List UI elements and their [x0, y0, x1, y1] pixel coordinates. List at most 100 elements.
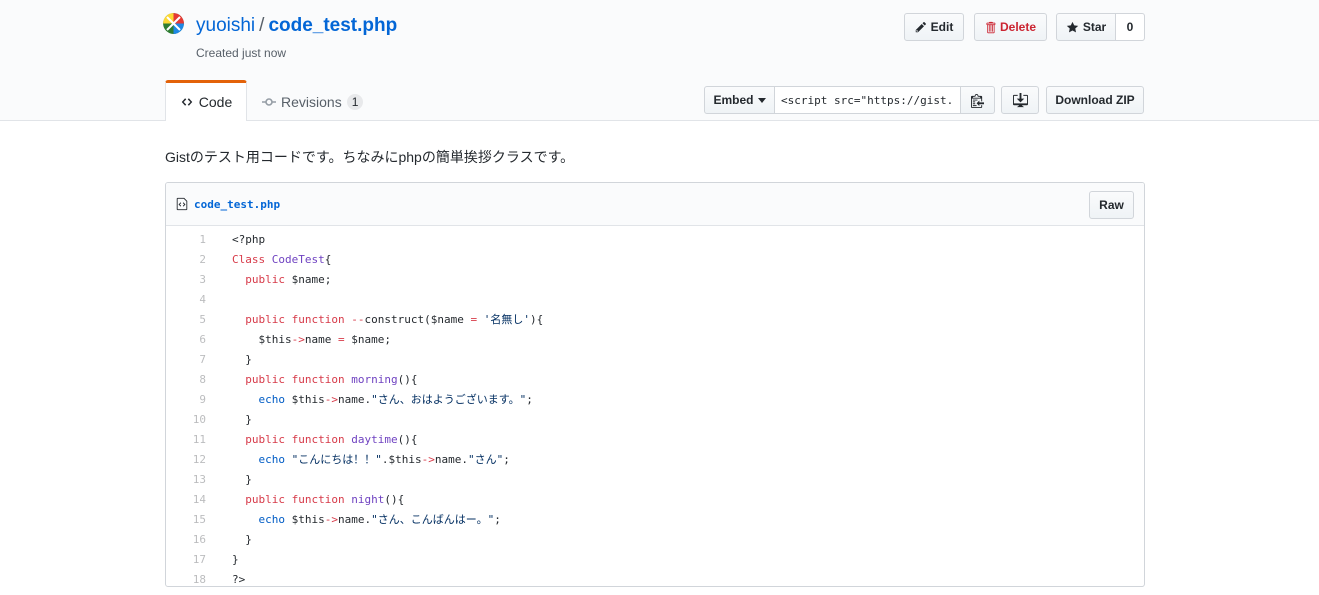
code-token: $name; [344, 332, 391, 346]
line-content: Class CodeTest{ [206, 253, 331, 266]
code-token: = [337, 332, 345, 346]
line-content: echo $this->name."さん、こんばんはー。"; [206, 511, 501, 527]
code-token: <?php [232, 232, 266, 246]
line-number[interactable]: 14 [166, 493, 206, 506]
line-number[interactable]: 17 [166, 553, 206, 566]
code-token: { [324, 252, 332, 266]
code-line: 11 public function daytime(){ [166, 429, 1144, 449]
code-line: 17} [166, 549, 1144, 569]
code-line: 10 } [166, 409, 1144, 429]
star-group: Star 0 [1056, 13, 1145, 41]
tab-revisions[interactable]: Revisions 1 [262, 92, 364, 112]
copy-button[interactable] [961, 86, 995, 114]
code-token: construct($name [364, 313, 471, 326]
tab-code[interactable]: Code [165, 80, 247, 121]
code-token: function [291, 492, 345, 506]
embed-label: Embed [713, 93, 754, 107]
star-button[interactable]: Star [1056, 13, 1116, 41]
code-line: 3 public $name; [166, 269, 1144, 289]
line-number[interactable]: 12 [166, 453, 206, 466]
code-token: -> [324, 393, 338, 406]
line-number[interactable]: 10 [166, 413, 206, 426]
line-number[interactable]: 16 [166, 533, 206, 546]
embed-button[interactable]: Embed [704, 86, 775, 114]
star-icon [1066, 21, 1079, 32]
file-box: code_test.php Raw 1 <?php 2 Class CodeTest{… [165, 182, 1145, 587]
line-number[interactable]: 4 [166, 293, 206, 306]
line-number[interactable]: 15 [166, 513, 206, 526]
caret-down-icon [757, 97, 766, 103]
line-number[interactable]: 3 [166, 273, 206, 286]
embed-group: Embed [704, 86, 995, 114]
tab-code-label: Code [198, 94, 233, 110]
code-token: } [232, 552, 239, 566]
code-token: ; [494, 513, 501, 526]
line-content: } [206, 413, 252, 426]
code-line: 13 } [166, 469, 1144, 489]
download-zip-button[interactable]: Download ZIP [1046, 86, 1144, 114]
line-number[interactable]: 9 [166, 393, 206, 406]
delete-button[interactable]: Delete [974, 13, 1047, 41]
code-token: "こんにちは！！" [291, 453, 382, 466]
line-number[interactable]: 8 [166, 373, 206, 386]
revisions-counter: 1 [346, 94, 364, 110]
avatar[interactable] [163, 13, 184, 34]
line-content: } [206, 533, 252, 546]
raw-button[interactable]: Raw [1089, 191, 1134, 219]
owner-link[interactable]: yuoishi [196, 15, 255, 36]
code-token: } [232, 352, 252, 366]
code-line: 9 echo $this->name."さん、おはようございます。"; [166, 389, 1144, 409]
line-number[interactable]: 11 [166, 433, 206, 446]
desktop-download-icon [1012, 92, 1028, 107]
open-desktop-button[interactable] [1001, 86, 1039, 114]
code-token: -> [421, 453, 435, 466]
embed-url-input[interactable] [775, 86, 961, 114]
code-token: public [245, 272, 285, 286]
line-content: } [206, 353, 252, 366]
code-token: -> [324, 513, 338, 526]
line-content: public $name; [206, 273, 331, 286]
code-line: 15 echo $this->name."さん、こんばんはー。"; [166, 509, 1144, 529]
code-token: public [245, 432, 285, 446]
code-token: night [351, 492, 385, 506]
gist-header: yuoishi / code_test.php Created just now E… [0, 0, 1319, 121]
line-number[interactable]: 1 [166, 233, 206, 246]
code-token: Class [232, 252, 266, 266]
tab-revisions-label: Revisions [281, 94, 342, 110]
code-token: $this [232, 332, 292, 346]
line-number[interactable]: 2 [166, 253, 206, 266]
code-token: -> [291, 332, 305, 346]
code-token: -- [351, 313, 365, 326]
gist-name-link[interactable]: code_test.php [268, 15, 397, 36]
line-content: $this->name = $name; [206, 332, 391, 346]
line-number[interactable]: 7 [166, 353, 206, 366]
star-count[interactable]: 0 [1116, 13, 1145, 41]
line-number[interactable]: 18 [166, 573, 206, 586]
code-line: 1 <?php [166, 229, 1144, 249]
code-line: 6 $this->name = $name; [166, 329, 1144, 349]
code-line: 18 ?> [166, 569, 1144, 586]
line-content: public function morning(){ [206, 373, 417, 386]
edit-button[interactable]: Edit [904, 13, 964, 41]
pencil-icon [915, 22, 926, 33]
file-name-link[interactable]: code_test.php [194, 198, 280, 211]
code-token: public [245, 313, 285, 326]
code-token: morning [351, 372, 398, 386]
code-token: ){ [529, 313, 544, 326]
code-token: function [291, 372, 345, 386]
code-token: $name; [285, 272, 332, 286]
code-token: (){ [397, 372, 418, 386]
code-token: echo [258, 513, 286, 526]
file-header: code_test.php Raw [166, 183, 1144, 226]
line-number[interactable]: 13 [166, 473, 206, 486]
line-number[interactable]: 6 [166, 333, 206, 346]
line-number[interactable]: 5 [166, 313, 206, 326]
